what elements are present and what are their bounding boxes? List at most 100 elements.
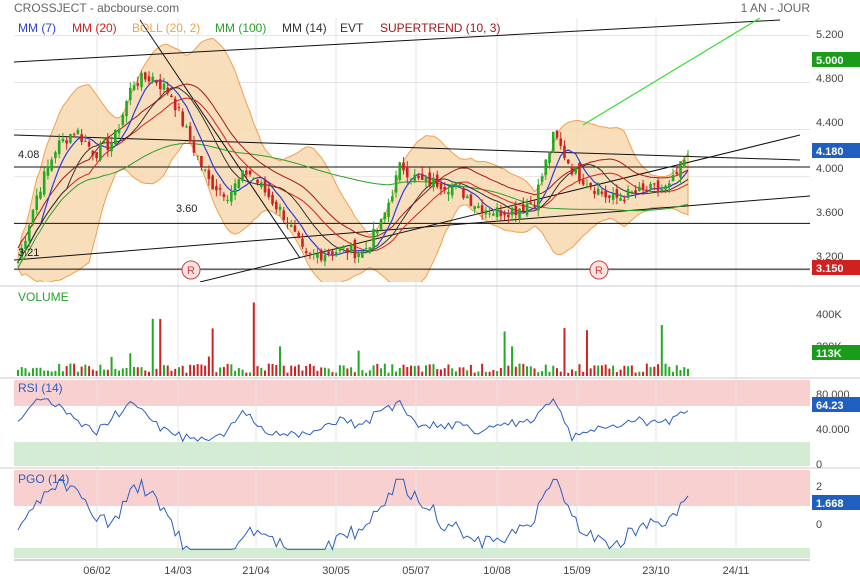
candle-body: [473, 206, 476, 210]
svg-text:23/10: 23/10: [642, 565, 670, 577]
volume-bar: [578, 364, 581, 376]
svg-text:1.668: 1.668: [816, 498, 844, 510]
candle-body: [95, 152, 98, 159]
volume-bar: [267, 363, 270, 376]
volume-bar: [365, 372, 368, 376]
candle: [578, 160, 581, 185]
volume-bar: [391, 364, 394, 376]
volume-bar: [630, 365, 633, 376]
candle-body: [87, 141, 91, 147]
candle-body: [181, 111, 184, 127]
candle-body: [57, 140, 61, 155]
candle-body: [581, 179, 585, 185]
pgo-oversold-zone: [14, 548, 810, 558]
volume-bar: [432, 364, 435, 376]
candle-body: [394, 175, 398, 193]
volume-bar: [121, 368, 124, 376]
volume-bar: [597, 365, 600, 376]
pgo-panel: [14, 470, 810, 558]
volume-bar: [687, 368, 689, 376]
candle-body: [282, 210, 286, 220]
candle-body: [686, 155, 690, 157]
period-selector[interactable]: 1 AN - JOUR: [741, 1, 811, 15]
candle-body: [477, 206, 480, 208]
volume-bar: [103, 369, 106, 376]
candle-body: [222, 194, 226, 197]
r-marker-1[interactable]: R: [181, 260, 201, 280]
candle-body: [630, 191, 634, 193]
volume-bar: [211, 328, 214, 376]
volume-bar: [28, 372, 31, 376]
badge-pgo: 1.668: [812, 495, 860, 510]
candle-body: [331, 251, 334, 256]
chart-title: CROSSJECT - abcbourse.com: [14, 1, 179, 15]
candle-body: [237, 179, 241, 189]
candle: [551, 131, 555, 153]
svg-text:3.600: 3.600: [816, 207, 844, 219]
volume-bar: [672, 371, 675, 376]
candle-body: [604, 190, 607, 198]
svg-text:4.800: 4.800: [816, 73, 844, 85]
volume-bar: [563, 328, 566, 376]
volume-bar: [395, 371, 398, 376]
volume-bar: [589, 368, 592, 376]
volume-bar: [73, 363, 76, 376]
volume-bar: [499, 367, 502, 376]
candle-body: [645, 189, 649, 192]
candle-body: [536, 184, 540, 211]
volume-bar: [170, 370, 173, 376]
volume-bar: [582, 371, 585, 376]
svg-text:30/05: 30/05: [322, 565, 350, 577]
candle-body: [114, 129, 117, 145]
r-marker-2[interactable]: R: [589, 260, 609, 280]
candle-body: [379, 219, 383, 230]
volume-bar: [338, 365, 341, 376]
x-axis: 06/02 14/03 21/04 30/05 05/07 10/08 15/0…: [83, 565, 749, 577]
volume-bar: [118, 370, 121, 376]
volume-bar: [522, 363, 525, 376]
volume-bar: [24, 368, 27, 376]
candle-body: [641, 183, 645, 190]
candle-body: [117, 129, 121, 134]
volume-bar: [649, 367, 652, 376]
svg-text:113K: 113K: [816, 348, 842, 360]
volume-bar: [166, 365, 169, 376]
candle-body: [522, 204, 525, 212]
svg-text:5.000: 5.000: [816, 55, 844, 67]
candle-body: [480, 205, 484, 214]
volume-bar: [200, 364, 203, 376]
volume-bar: [638, 371, 641, 376]
candle-body: [608, 195, 611, 198]
volume-bar: [623, 365, 626, 376]
volume-bar: [421, 371, 424, 376]
candle-body: [241, 170, 244, 181]
svg-text:3.150: 3.150: [816, 263, 844, 275]
candle: [99, 140, 102, 162]
volume-bar: [410, 365, 413, 376]
candle-body: [76, 130, 80, 135]
candle-body: [578, 163, 581, 182]
volume-bar: [76, 371, 79, 376]
candle-body: [230, 191, 233, 202]
candle-body: [211, 175, 214, 190]
volume-bar: [567, 372, 570, 376]
candle-body: [409, 178, 413, 180]
volume-bar: [95, 370, 98, 376]
candle-body: [679, 161, 682, 178]
candle: [69, 133, 72, 144]
candle-body: [492, 213, 495, 216]
volume-bar: [35, 367, 38, 376]
volume-bar: [436, 369, 439, 376]
volume-bar: [657, 364, 660, 376]
candle-body: [623, 199, 626, 202]
svg-text:10/08: 10/08: [483, 565, 511, 577]
volume-bar: [462, 367, 465, 376]
candle-body: [413, 174, 417, 181]
volume-bar: [226, 363, 229, 376]
candle-body: [548, 152, 551, 163]
candle-body: [256, 179, 259, 184]
volume-bar: [327, 368, 330, 376]
candle-body: [192, 140, 196, 153]
volume-bar: [346, 368, 349, 376]
stock-chart: CROSSJECT - abcbourse.com 1 AN - JOUR MM…: [0, 1, 860, 577]
